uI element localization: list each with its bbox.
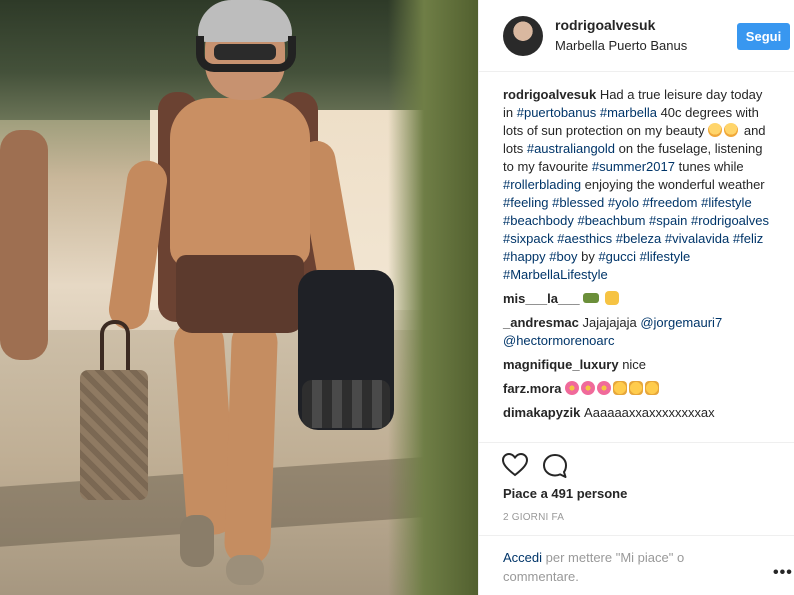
sunglasses-emoji-icon (583, 293, 600, 303)
photo-leg-right (223, 319, 279, 566)
hashtag[interactable]: #summer2017 (592, 159, 675, 174)
hashtag[interactable]: #lifestyle (701, 195, 752, 210)
clap-emoji-icon (613, 381, 628, 395)
hashtag[interactable]: #vivalavida (665, 231, 729, 246)
hashtag[interactable]: #feeling (503, 195, 549, 210)
emoji-icon (724, 123, 739, 137)
comment-username[interactable]: magnifique_luxury (503, 357, 619, 372)
caption-text: tunes while (674, 159, 744, 174)
photo-bag (80, 370, 148, 500)
post-photo[interactable] (0, 0, 478, 595)
likes-count[interactable]: Piace a 491 persone (503, 486, 627, 501)
comment-username[interactable]: dimakapyzik (503, 405, 580, 420)
photo-torso (170, 98, 310, 268)
mention-link[interactable]: @hectormorenoarc (503, 333, 614, 348)
hashtag[interactable]: #australiangold (527, 141, 615, 156)
comment-text: Ааааааххаххххххххаx (580, 405, 715, 420)
login-link[interactable]: Accedi (503, 550, 542, 565)
caption: rodrigoalvesuk Had a true leisure day to… (503, 86, 773, 284)
more-options-icon[interactable]: ••• (773, 564, 793, 582)
comment-item: magnifique_luxury nice (503, 356, 773, 374)
caption-text: by (577, 249, 599, 264)
hashtag[interactable]: #freedom (643, 195, 698, 210)
flower-emoji-icon (581, 381, 596, 395)
photo-shoe-right (226, 555, 264, 585)
hashtag[interactable]: #rollerblading (503, 177, 581, 192)
photo-palm (388, 0, 478, 595)
hashtag[interactable]: #blessed (552, 195, 604, 210)
comment-item: farz.mora (503, 380, 773, 398)
comment-item: _andresmac Jajajajaja @jorgemauri7 @hect… (503, 314, 773, 350)
post-timestamp[interactable]: 2 GIORNI FA (503, 512, 564, 523)
photo-shorts (176, 255, 304, 333)
comments-list: rodrigoalvesuk Had a true leisure day to… (503, 86, 773, 428)
hashtag[interactable]: #aesthics (557, 231, 612, 246)
hashtag[interactable]: #feliz (733, 231, 763, 246)
hashtag[interactable]: #rodrigoalves (691, 213, 769, 228)
post-username[interactable]: rodrigoalvesuk (555, 17, 655, 33)
avatar[interactable] (503, 16, 543, 56)
hashtag[interactable]: #happy (503, 249, 546, 264)
comment-username[interactable]: farz.mora (503, 381, 562, 396)
post-sidebar: rodrigoalvesuk Marbella Puerto Banus Seg… (478, 0, 794, 595)
photo-sunglasses (214, 44, 276, 60)
flower-emoji-icon (565, 381, 580, 395)
hashtag[interactable]: #beachbody (503, 213, 574, 228)
hashtag[interactable]: #sixpack (503, 231, 554, 246)
photo-rollerblade-wheels (302, 380, 390, 428)
mention-link[interactable]: @jorgemauri7 (640, 315, 722, 330)
clap-emoji-icon (629, 381, 644, 395)
hashtag[interactable]: #beleza (616, 231, 662, 246)
comment-item: mis___la___ (503, 290, 773, 308)
comment-text: Jajajajaja (578, 315, 641, 330)
comment-username[interactable]: mis___la___ (503, 291, 580, 306)
hashtag[interactable]: #spain (649, 213, 687, 228)
cat-emoji-icon (604, 291, 619, 305)
photo-passerby (0, 130, 48, 360)
hashtag[interactable]: #gucci (598, 249, 636, 264)
emoji-icon (708, 123, 723, 137)
add-comment-area: Accedi per mettere "Mi piace" o commenta… (479, 535, 794, 595)
hashtag[interactable]: #lifestyle (640, 249, 691, 264)
comment-item: dimakapyzik Ааааааххаххххххххаx (503, 404, 773, 422)
photo-shoe-left (180, 515, 214, 567)
hashtag[interactable]: #marbella (600, 105, 657, 120)
comment-icon[interactable] (542, 453, 568, 479)
caption-username[interactable]: rodrigoalvesuk (503, 87, 596, 102)
post-location[interactable]: Marbella Puerto Banus (555, 38, 687, 53)
clap-emoji-icon (645, 381, 660, 395)
action-bar (479, 442, 794, 482)
hashtag[interactable]: #boy (549, 249, 577, 264)
caption-text: enjoying the wonderful weather (581, 177, 765, 192)
comment-text: nice (618, 357, 647, 372)
comment-username[interactable]: _andresmac (503, 315, 579, 330)
hashtag[interactable]: #yolo (608, 195, 639, 210)
hashtag[interactable]: #MarbellaLifestyle (503, 267, 608, 282)
hashtag[interactable]: #beachbum (577, 213, 645, 228)
login-prompt: Accedi per mettere "Mi piace" o commenta… (503, 548, 743, 586)
heart-icon[interactable] (502, 453, 528, 477)
hashtag[interactable]: #puertobanus (517, 105, 597, 120)
flower-emoji-icon (597, 381, 612, 395)
post-header: rodrigoalvesuk Marbella Puerto Banus Seg… (479, 0, 794, 72)
follow-button[interactable]: Segui (737, 23, 790, 50)
